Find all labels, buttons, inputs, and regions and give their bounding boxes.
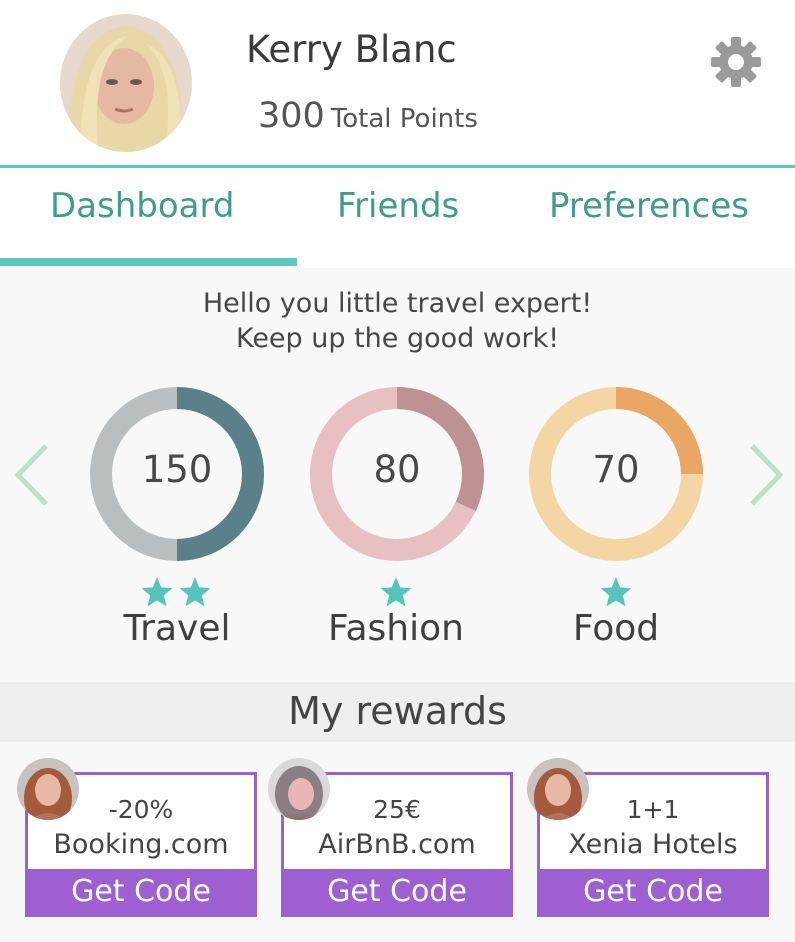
points-label: Total Points [330, 104, 478, 134]
fashion-stars [377, 575, 415, 611]
travel-points: 150 [141, 448, 213, 491]
get-code-button[interactable]: Get Code [284, 869, 510, 914]
tab-friends[interactable]: Friends [337, 186, 459, 226]
active-tab-indicator [0, 258, 297, 266]
points-value: 300 [258, 96, 325, 136]
friend-avatar[interactable] [17, 758, 79, 820]
food-points: 70 [592, 448, 640, 491]
rewards-header: My rewards [0, 682, 795, 742]
get-code-button[interactable]: Get Code [540, 869, 766, 914]
total-points: 300 Total Points [258, 96, 478, 136]
user-name: Kerry Blanc [246, 28, 457, 71]
star-icon [141, 577, 173, 607]
greeting-line-1: Hello you little travel expert! [202, 288, 593, 319]
chevron-left-icon[interactable] [8, 440, 58, 510]
star-icon [600, 577, 632, 607]
tab-bar: Dashboard Friends Preferences [0, 168, 795, 268]
gear-icon[interactable] [708, 34, 764, 90]
tab-dashboard[interactable]: Dashboard [50, 186, 234, 226]
star-icon [380, 577, 412, 607]
greeting-message: Hello you little travel expert! Keep up … [0, 286, 795, 356]
tab-preferences[interactable]: Preferences [549, 186, 749, 226]
rewards-title: My rewards [288, 689, 507, 733]
reward-partner: Booking.com [53, 829, 229, 860]
star-icon [179, 577, 211, 607]
fashion-points: 80 [373, 448, 421, 491]
category-food: Food [572, 608, 660, 649]
greeting-line-2: Keep up the good work! [235, 323, 560, 354]
category-fashion: Fashion [328, 608, 464, 649]
user-avatar[interactable] [60, 14, 192, 152]
chevron-right-icon[interactable] [740, 440, 790, 510]
reward-partner: AirBnB.com [318, 829, 476, 860]
reward-partner: Xenia Hotels [568, 829, 738, 860]
food-stars [597, 575, 635, 611]
friend-avatar[interactable] [527, 758, 589, 820]
get-code-button[interactable]: Get Code [28, 869, 254, 914]
travel-stars [138, 575, 216, 611]
category-travel: Travel [123, 608, 231, 649]
profile-header: Kerry Blanc 300 Total Points [0, 0, 795, 165]
friend-avatar[interactable] [268, 758, 330, 820]
